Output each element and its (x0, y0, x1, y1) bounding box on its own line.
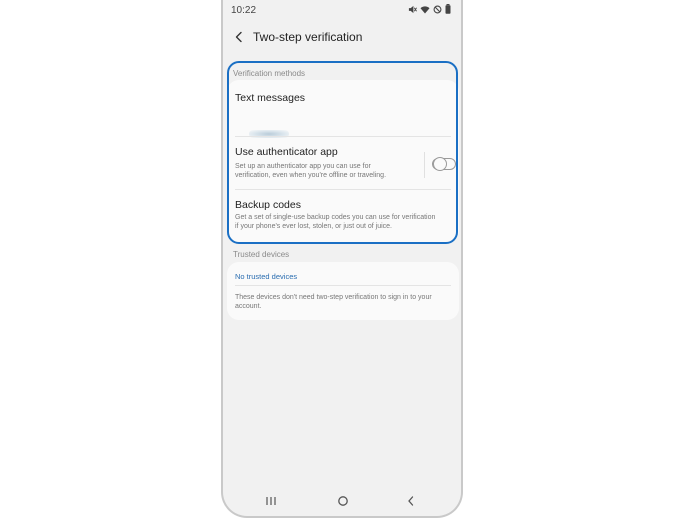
backup-codes-description-line1: Get a set of single-use backup codes you… (235, 214, 436, 221)
authenticator-app-description-line2: verification, even when you're offline o… (235, 172, 387, 179)
text-messages-item[interactable]: Text messages (227, 80, 459, 138)
text-messages-title: Text messages (235, 92, 306, 104)
authenticator-app-title: Use authenticator app (235, 146, 338, 158)
backup-codes-title: Backup codes (235, 199, 301, 211)
no-trusted-devices-link[interactable]: No trusted devices (235, 272, 297, 281)
nav-back-icon[interactable] (401, 492, 421, 510)
navigation-bar (223, 492, 461, 510)
status-icons (408, 4, 451, 17)
authenticator-app-description-line1: Set up an authenticator app you can use … (235, 163, 371, 170)
section-label-verification-methods: Verification methods (233, 69, 306, 78)
status-bar: 10:22 (223, 3, 461, 17)
authenticator-app-toggle[interactable] (432, 157, 456, 171)
backup-codes-description-line2: if your phone's ever lost, stolen, or ju… (235, 223, 392, 230)
recent-apps-icon[interactable] (261, 492, 281, 510)
verification-methods-card: Text messages Use authenticator app Set … (227, 80, 459, 243)
backup-codes-item[interactable]: Backup codes Get a set of single-use bac… (227, 190, 459, 242)
section-label-trusted-devices: Trusted devices (233, 250, 290, 259)
page-title: Two-step verification (253, 30, 363, 44)
back-arrow-icon[interactable] (231, 29, 247, 45)
app-bar: Two-step verification (223, 24, 461, 52)
toggle-separator (424, 152, 425, 178)
status-time: 10:22 (231, 5, 257, 16)
home-icon[interactable] (333, 492, 353, 510)
trusted-devices-description-line2: account. (235, 303, 262, 310)
do-not-disturb-icon (433, 5, 442, 17)
divider (235, 285, 451, 286)
battery-icon (445, 4, 451, 17)
trusted-devices-description-line1: These devices don't need two-step verifi… (235, 294, 432, 301)
toggle-knob (433, 157, 447, 171)
phone-frame: 10:22 Two-step verification Verification… (221, 0, 463, 518)
trusted-devices-card: No trusted devices These devices don't n… (227, 262, 459, 320)
wifi-icon (420, 5, 430, 17)
mute-icon (408, 5, 417, 17)
